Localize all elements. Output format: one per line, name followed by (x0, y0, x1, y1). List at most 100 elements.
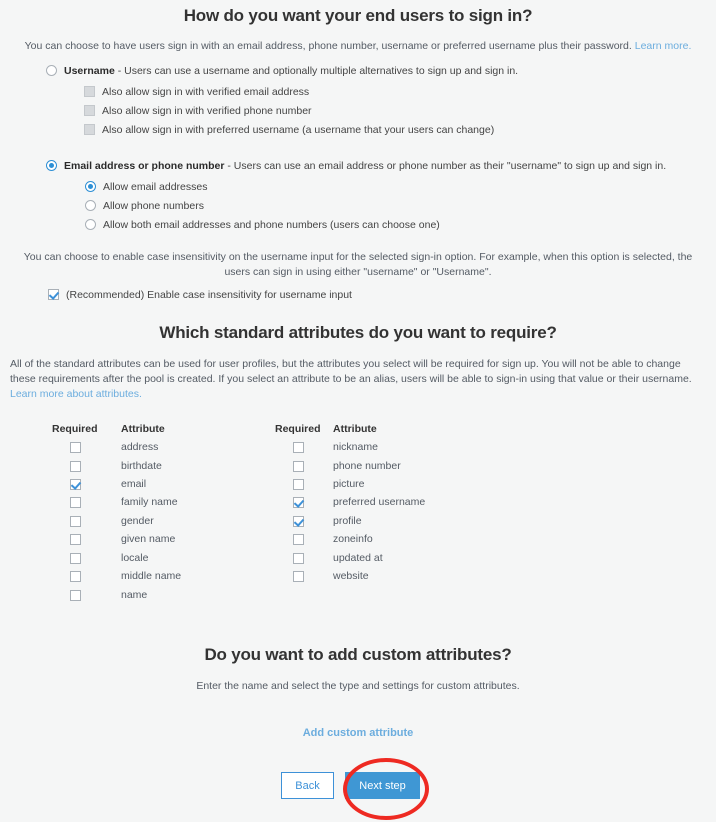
attribute-label-locale: locale (121, 552, 149, 564)
radio-username-desc: - Users can use a username and optionall… (114, 65, 519, 77)
checkbox-attribute-profile[interactable] (293, 516, 304, 527)
checkbox-username-alt-email[interactable]: Also allow sign in with verified email a… (84, 85, 309, 99)
attribute-row-website[interactable] (293, 570, 304, 582)
attribute-label-gender: gender (121, 515, 154, 527)
attribute-label-birthdate: birthdate (121, 460, 162, 472)
attribute-row-email[interactable] (70, 478, 81, 490)
radio-allow-email-label: Allow email addresses (103, 181, 208, 193)
radio-allow-both-indicator[interactable] (85, 219, 96, 230)
radio-email-phone-label: Email address or phone number - Users ca… (64, 159, 666, 173)
attribute-row-nickname[interactable] (293, 441, 304, 453)
checkbox-username-alt-phone[interactable]: Also allow sign in with verified phone n… (84, 104, 312, 118)
attributes-paragraph-text: All of the standard attributes can be us… (10, 358, 692, 385)
checkbox-attribute-email[interactable] (70, 479, 81, 490)
case-insensitivity-paragraph: You can choose to enable case insensitiv… (23, 251, 693, 278)
attribute-row-preferred-username[interactable] (293, 496, 304, 508)
attributes-paragraph: All of the standard attributes can be us… (10, 357, 707, 402)
attribute-label-phone-number: phone number (333, 460, 401, 472)
radio-username-title: Username (64, 65, 115, 77)
checkbox-attribute-updated-at[interactable] (293, 553, 304, 564)
radio-option-username[interactable]: Username - Users can use a username and … (46, 64, 696, 78)
attribute-label-middle-name: middle name (121, 570, 182, 582)
attribute-label-name: name (121, 589, 148, 601)
checkbox-attribute-name[interactable] (70, 590, 81, 601)
checkbox-username-alt-preferred[interactable]: Also allow sign in with preferred userna… (84, 123, 494, 137)
custom-attributes-title: Do you want to add custom attributes? (204, 645, 512, 664)
checkbox-username-alt-preferred-label: Also allow sign in with preferred userna… (102, 124, 495, 136)
signup-wizard-page: How do you want your end users to sign i… (0, 0, 716, 822)
checkbox-username-alt-phone-label: Also allow sign in with verified phone n… (102, 105, 312, 117)
attribute-label-email: email (121, 478, 147, 490)
attribute-row-updated-at[interactable] (293, 552, 304, 564)
checkbox-attribute-given-name[interactable] (70, 534, 81, 545)
checkbox-username-alt-phone-box[interactable] (84, 105, 95, 116)
checkbox-case-insensitivity-box[interactable] (48, 289, 59, 300)
checkbox-username-alt-email-box[interactable] (84, 86, 95, 97)
signin-intro-paragraph: You can choose to have users sign in wit… (10, 39, 706, 54)
left-column-header-required: Required (52, 423, 98, 435)
left-column-header-attribute: Attribute (121, 423, 165, 435)
next-step-button[interactable]: Next step (345, 772, 420, 799)
radio-allow-phone-label: Allow phone numbers (103, 200, 204, 212)
checkbox-attribute-website[interactable] (293, 571, 304, 582)
radio-allow-email-indicator[interactable] (85, 181, 96, 192)
radio-email-phone-title: Email address or phone number (64, 160, 225, 172)
checkbox-attribute-preferred-username[interactable] (293, 497, 304, 508)
checkbox-case-insensitivity[interactable]: (Recommended) Enable case insensitivity … (48, 288, 352, 302)
radio-allow-both[interactable]: Allow both email addresses and phone num… (85, 218, 440, 232)
checkbox-attribute-locale[interactable] (70, 553, 81, 564)
checkbox-attribute-gender[interactable] (70, 516, 81, 527)
attributes-section-title: Which standard attributes do you want to… (159, 323, 557, 342)
add-custom-attribute-link[interactable]: Add custom attribute (303, 727, 414, 739)
add-custom-attribute-container: Add custom attribute (0, 727, 716, 739)
attribute-row-middle-name[interactable] (70, 570, 81, 582)
checkbox-attribute-picture[interactable] (293, 479, 304, 490)
attribute-row-profile[interactable] (293, 515, 304, 527)
radio-allow-phone-indicator[interactable] (85, 200, 96, 211)
attributes-learn-more-link[interactable]: Learn more about attributes. (10, 388, 142, 400)
attribute-label-nickname: nickname (333, 441, 378, 453)
radio-username-indicator[interactable] (46, 65, 57, 76)
attribute-row-address[interactable] (70, 441, 81, 453)
radio-username-label: Username - Users can use a username and … (64, 64, 518, 78)
attribute-row-picture[interactable] (293, 478, 304, 490)
radio-email-phone-desc: - Users can use an email address or phon… (224, 160, 667, 172)
attribute-row-birthdate[interactable] (70, 460, 81, 472)
checkbox-attribute-family-name[interactable] (70, 497, 81, 508)
attribute-row-name[interactable] (70, 589, 81, 601)
attribute-label-zoneinfo: zoneinfo (333, 533, 373, 545)
attribute-label-updated-at: updated at (333, 552, 383, 564)
signin-intro-text: You can choose to have users sign in wit… (24, 40, 632, 52)
attribute-row-given-name[interactable] (70, 533, 81, 545)
radio-allow-phone[interactable]: Allow phone numbers (85, 199, 204, 213)
attribute-row-zoneinfo[interactable] (293, 533, 304, 545)
attribute-row-locale[interactable] (70, 552, 81, 564)
radio-email-phone-indicator[interactable] (46, 160, 57, 171)
checkbox-username-alt-email-label: Also allow sign in with verified email a… (102, 86, 310, 98)
attribute-label-website: website (333, 570, 369, 582)
radio-allow-both-label: Allow both email addresses and phone num… (103, 219, 440, 231)
checkbox-attribute-birthdate[interactable] (70, 461, 81, 472)
attribute-row-gender[interactable] (70, 515, 81, 527)
attribute-label-family-name: family name (121, 496, 178, 508)
attribute-label-picture: picture (333, 478, 365, 490)
signin-learn-more-link[interactable]: Learn more. (635, 40, 692, 52)
custom-attributes-subtitle: Enter the name and select the type and s… (196, 680, 520, 692)
checkbox-case-insensitivity-label: (Recommended) Enable case insensitivity … (66, 289, 352, 301)
attribute-label-profile: profile (333, 515, 362, 527)
back-button[interactable]: Back (281, 772, 334, 799)
attribute-row-family-name[interactable] (70, 496, 81, 508)
checkbox-attribute-address[interactable] (70, 442, 81, 453)
right-column-header-attribute: Attribute (333, 423, 377, 435)
radio-option-email-phone[interactable]: Email address or phone number - Users ca… (46, 159, 696, 173)
attribute-row-phone-number[interactable] (293, 460, 304, 472)
checkbox-attribute-nickname[interactable] (293, 442, 304, 453)
attribute-label-address: address (121, 441, 159, 453)
checkbox-attribute-middle-name[interactable] (70, 571, 81, 582)
checkbox-username-alt-preferred-box[interactable] (84, 124, 95, 135)
checkbox-attribute-zoneinfo[interactable] (293, 534, 304, 545)
attribute-label-given-name: given name (121, 533, 176, 545)
radio-allow-email[interactable]: Allow email addresses (85, 180, 207, 194)
checkbox-attribute-phone-number[interactable] (293, 461, 304, 472)
attribute-label-preferred-username: preferred username (333, 496, 426, 508)
